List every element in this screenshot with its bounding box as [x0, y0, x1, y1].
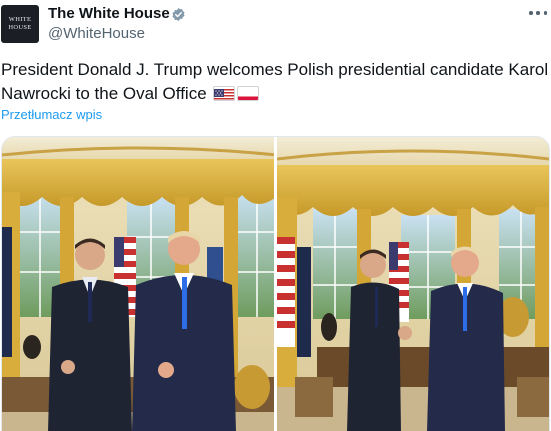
- author-name[interactable]: The White House: [48, 5, 170, 22]
- avatar[interactable]: WHITE HOUSE: [1, 5, 39, 43]
- author-handle[interactable]: @WhiteHouse: [48, 25, 145, 42]
- us-flag-icon: [213, 86, 236, 101]
- avatar-text-line1: WHITE: [8, 16, 32, 23]
- verified-badge-icon: [172, 7, 185, 22]
- avatar-text-line2: HOUSE: [8, 24, 32, 31]
- poland-flag-icon: [237, 86, 260, 101]
- photo-right[interactable]: [277, 137, 549, 431]
- photo-left-image: [2, 137, 274, 431]
- tweet-text: President Donald J. Trump welcomes Polis…: [1, 58, 550, 106]
- media-grid: [1, 136, 550, 431]
- translate-post-link[interactable]: Przetłumacz wpis: [1, 107, 102, 122]
- tweet-text-body: President Donald J. Trump welcomes Polis…: [1, 60, 549, 103]
- photo-left[interactable]: [2, 137, 274, 431]
- photo-right-image: [277, 137, 549, 431]
- more-options-icon[interactable]: [529, 10, 547, 16]
